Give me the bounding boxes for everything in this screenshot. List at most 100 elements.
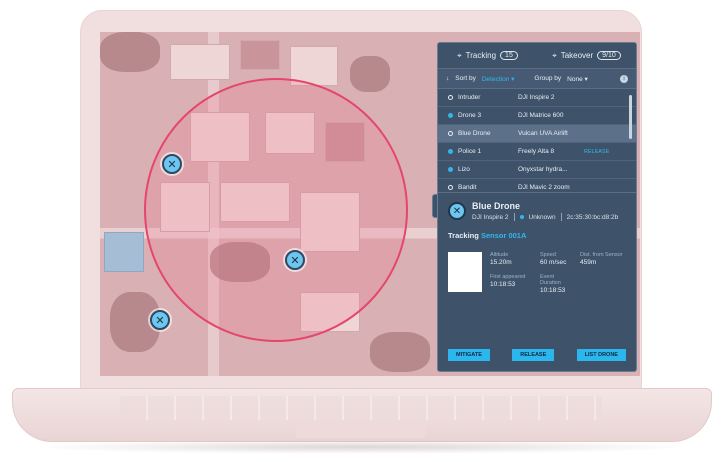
panel-tabs: ⌖ Tracking 15 ⌖ Takeover 9/10 <box>438 43 636 69</box>
stat-first-appeared: First appeared 10:18:53 <box>490 274 536 294</box>
status-dot-icon <box>448 113 453 118</box>
touchpad <box>296 424 426 438</box>
drone-name: Police 1 <box>458 148 482 155</box>
divider <box>560 213 562 221</box>
stat-label: First appeared <box>490 274 526 280</box>
status-dot-icon <box>448 95 453 100</box>
stat-label: Altitude <box>490 252 509 258</box>
drone-list: Intruder DJI Inspire 2 Drone 3 DJI Matrice… <box>438 89 636 193</box>
drone-thumbnail <box>448 252 482 292</box>
status-dot-icon <box>448 149 453 154</box>
tab-count: 9/10 <box>597 51 621 60</box>
drone-icon: ✕ <box>155 314 165 327</box>
drone-marker[interactable]: ✕ <box>285 250 305 270</box>
stat-duration: Event Duration 10:18:53 <box>540 274 576 294</box>
drone-detail: ✕ Blue Drone DJI Inspire 2 Unknown 2c:35… <box>438 193 636 302</box>
screen: ✕ ✕ ✕ › ⌖ Tracking 15 ⌖ Takeover 9/10 ↓ … <box>100 32 640 376</box>
list-item[interactable]: Drone 3 DJI Matrice 600 <box>438 107 636 125</box>
stat-label: Speed <box>540 252 556 258</box>
sort-select[interactable]: Detection ▾ <box>482 75 515 83</box>
status-dot-icon <box>519 215 524 219</box>
sort-bar: ↓ Sort by Detection ▾ Group by None ▾ i <box>438 69 636 89</box>
drone-model: DJI Mavic 2 zoom <box>518 184 570 191</box>
detail-header: ✕ Blue Drone DJI Inspire 2 Unknown 2c:35… <box>448 201 626 221</box>
scrollbar[interactable] <box>629 95 632 139</box>
stat-value: 459m <box>580 259 597 266</box>
list-item[interactable]: Lizo Onyxstar hydra... <box>438 161 636 179</box>
drone-model: DJI Matrice 600 <box>518 112 564 119</box>
stat-distance: Dist. from Sensor 459m <box>580 252 626 266</box>
drone-model: Onyxstar hydra... <box>518 166 568 173</box>
crosshair-icon: ⌖ <box>552 50 557 60</box>
info-icon[interactable]: i <box>620 74 628 83</box>
release-button[interactable]: RELEASE <box>512 349 555 361</box>
map-building <box>240 40 280 70</box>
stat-grid: Altitude 15.20m Speed 60 m/sec Dist. from … <box>490 252 626 294</box>
map-trees <box>370 332 430 372</box>
stat-altitude: Altitude 15.20m <box>490 252 536 266</box>
stat-value: 60 m/sec <box>540 259 567 266</box>
tab-label: Takeover <box>560 51 594 60</box>
stat-value: 15.20m <box>490 259 512 266</box>
mitigate-button[interactable]: MITIGATE <box>448 349 490 361</box>
sort-label: Sort by <box>455 75 476 82</box>
map-building <box>104 232 144 272</box>
drone-icon: ✕ <box>448 202 466 220</box>
list-item[interactable]: Bandit DJI Mavic 2 zoom <box>438 179 636 192</box>
drone-name: Drone 3 <box>458 112 482 119</box>
laptop-shadow <box>30 440 692 454</box>
drone-name: Bandit <box>458 184 477 191</box>
detail-subtitle: DJI Inspire 2 Unknown 2c:35:30:bc:d8:2b <box>472 213 618 221</box>
stat-value: 10:18:53 <box>490 281 516 288</box>
divider <box>513 213 515 221</box>
list-item[interactable]: Police 1 Freely Alta 8 RELEASE <box>438 143 636 161</box>
map-building <box>170 44 230 80</box>
stat-label: Event Duration <box>540 274 561 286</box>
tracking-line: Tracking Sensor 001A <box>448 231 626 240</box>
tab-takeover[interactable]: ⌖ Takeover 9/10 <box>537 51 636 61</box>
list-drone-button[interactable]: LIST DRONE <box>576 349 626 361</box>
drone-marker[interactable]: ✕ <box>150 310 170 330</box>
drone-marker[interactable]: ✕ <box>162 154 182 174</box>
status-dot-icon <box>448 167 453 172</box>
status-dot-icon <box>448 185 453 190</box>
tab-tracking[interactable]: ⌖ Tracking 15 <box>438 51 537 61</box>
crosshair-icon: ⌖ <box>457 50 462 60</box>
drone-panel: ⌖ Tracking 15 ⌖ Takeover 9/10 ↓ Sort by … <box>437 42 637 372</box>
detail-actions: MITIGATE RELEASE LIST DRONE <box>448 349 626 361</box>
tab-count: 15 <box>500 51 518 60</box>
detection-zone <box>144 78 408 342</box>
tracking-sensor[interactable]: Sensor 001A <box>481 231 526 240</box>
caret-down-icon: ▾ <box>511 75 515 83</box>
drone-icon: ✕ <box>290 254 300 267</box>
drone-name: Blue Drone <box>458 130 491 137</box>
list-item[interactable]: Intruder DJI Inspire 2 <box>438 89 636 107</box>
detail-title: Blue Drone <box>472 201 521 211</box>
sort-icon: ↓ <box>446 75 450 82</box>
drone-model: DJI Inspire 2 <box>518 94 555 101</box>
stat-speed: Speed 60 m/sec <box>540 252 576 266</box>
drone-icon: ✕ <box>167 158 177 171</box>
tracking-label: Tracking <box>448 231 479 240</box>
detail-mac: 2c:35:30:bc:d8:2b <box>566 213 619 221</box>
tab-label: Tracking <box>465 51 497 60</box>
release-link[interactable]: RELEASE <box>584 149 609 155</box>
drone-name: Intruder <box>458 94 481 101</box>
detail-stats: Altitude 15.20m Speed 60 m/sec Dist. from … <box>448 252 626 294</box>
keyboard <box>120 396 602 420</box>
drone-model: Vulcan UVA Airlift <box>518 130 568 137</box>
group-select[interactable]: None ▾ <box>567 75 588 83</box>
stat-value: 10:18:53 <box>540 287 566 294</box>
list-item[interactable]: Blue Drone Vulcan UVA Airlift <box>438 125 636 143</box>
group-label: Group by <box>534 75 562 82</box>
detail-model: DJI Inspire 2 <box>472 213 509 221</box>
map-trees <box>100 32 160 72</box>
sort-value: Detection <box>481 75 510 83</box>
stat-label: Dist. from Sensor <box>580 252 623 258</box>
detail-status: Unknown <box>528 213 556 221</box>
drone-name: Lizo <box>458 166 470 173</box>
group-value: None <box>567 75 583 83</box>
status-dot-icon <box>448 131 453 136</box>
map-trees <box>350 56 390 92</box>
caret-down-icon: ▾ <box>584 75 588 83</box>
